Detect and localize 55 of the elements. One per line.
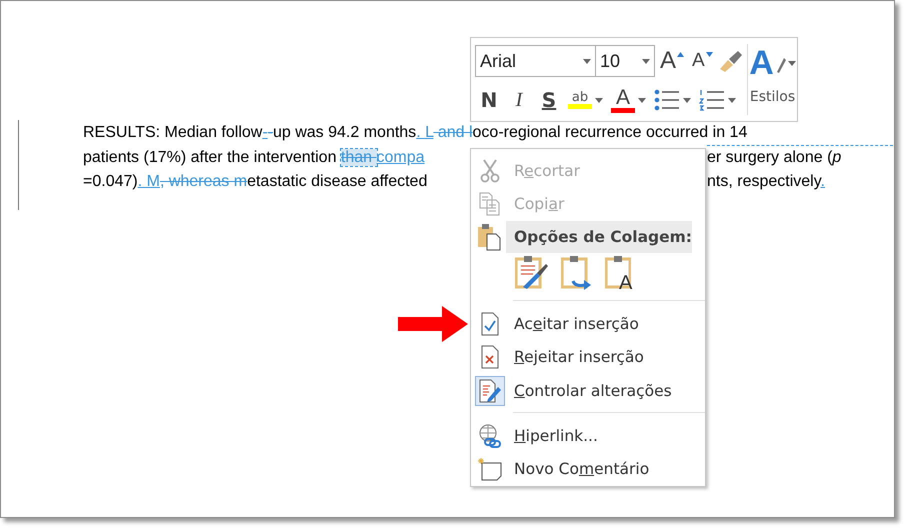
- caret-icon: [788, 61, 796, 66]
- selected-deleted-text: than: [340, 148, 377, 166]
- caret-icon: [642, 58, 650, 64]
- document-text: patients (17%) after the intervention: [83, 148, 338, 166]
- menu-item[interactable]: Hiperlink...: [471, 419, 705, 453]
- globe-link-icon: [478, 424, 502, 448]
- grow-font-button[interactable]: A: [657, 46, 688, 76]
- inserted-text: .: [820, 173, 825, 190]
- inserted-text: compa: [376, 148, 425, 166]
- inserted-text: -: [262, 124, 268, 141]
- caret-icon: [638, 98, 646, 102]
- menu-item[interactable]: Controlar alterações: [471, 374, 705, 408]
- document-text: er surgery alone (: [707, 148, 832, 166]
- caret-icon: [595, 98, 603, 102]
- inserted-text: . M: [138, 173, 160, 190]
- deleted-text: -: [268, 124, 273, 141]
- format-painter-icon[interactable]: [718, 49, 744, 73]
- accept-document-icon: [481, 312, 499, 336]
- highlight-button[interactable]: ab: [565, 85, 606, 115]
- caret-icon: [583, 58, 591, 64]
- caret-icon: [683, 98, 691, 102]
- styles-button[interactable]: A: [749, 44, 796, 83]
- document-text: up was 94.2 months: [272, 124, 416, 141]
- document-text: etastatic disease affected: [247, 173, 428, 190]
- document-text: oco-regional recurrence occurred in 14: [472, 124, 748, 141]
- up-triangle-icon: [677, 52, 684, 57]
- menu-item[interactable]: Aceitar inserção: [471, 307, 705, 341]
- font-name-text: Arial: [480, 50, 516, 72]
- inserted-text: . L: [416, 124, 434, 141]
- font-size-field[interactable]: 10: [595, 45, 655, 77]
- document-text: =0.047): [83, 173, 138, 190]
- paste-options-header: Opções de Colagem:: [506, 220, 692, 253]
- document-text: nts, respectively: [707, 173, 821, 190]
- menu-item[interactable]: Rejeitar inserção: [471, 340, 705, 374]
- styles-label: Estilos: [750, 89, 796, 105]
- copy-icon: [479, 192, 501, 216]
- shrink-font-button[interactable]: A: [689, 46, 716, 76]
- down-triangle-icon: [706, 52, 713, 57]
- arrow-icon: [398, 306, 468, 342]
- italic-button[interactable]: I: [505, 85, 533, 115]
- font-name-field[interactable]: Arial: [475, 45, 596, 77]
- new-comment-icon: [478, 457, 502, 482]
- scissors-icon: [479, 158, 501, 183]
- caret-icon: [728, 98, 736, 102]
- menu-item[interactable]: Novo Comentário: [471, 452, 705, 486]
- bold-button[interactable]: N: [475, 85, 503, 115]
- deleted-text: and l: [436, 124, 473, 141]
- deleted-text: , whereas m: [160, 173, 248, 190]
- italic-text: p: [832, 148, 842, 166]
- reject-document-icon: [481, 345, 499, 370]
- document-text: RESULTS: Median follow: [83, 124, 262, 141]
- clipboard-icon: [477, 222, 501, 251]
- font-size-text: 10: [600, 50, 620, 72]
- underline-button[interactable]: S: [535, 85, 563, 115]
- font-color-button[interactable]: A: [608, 85, 649, 115]
